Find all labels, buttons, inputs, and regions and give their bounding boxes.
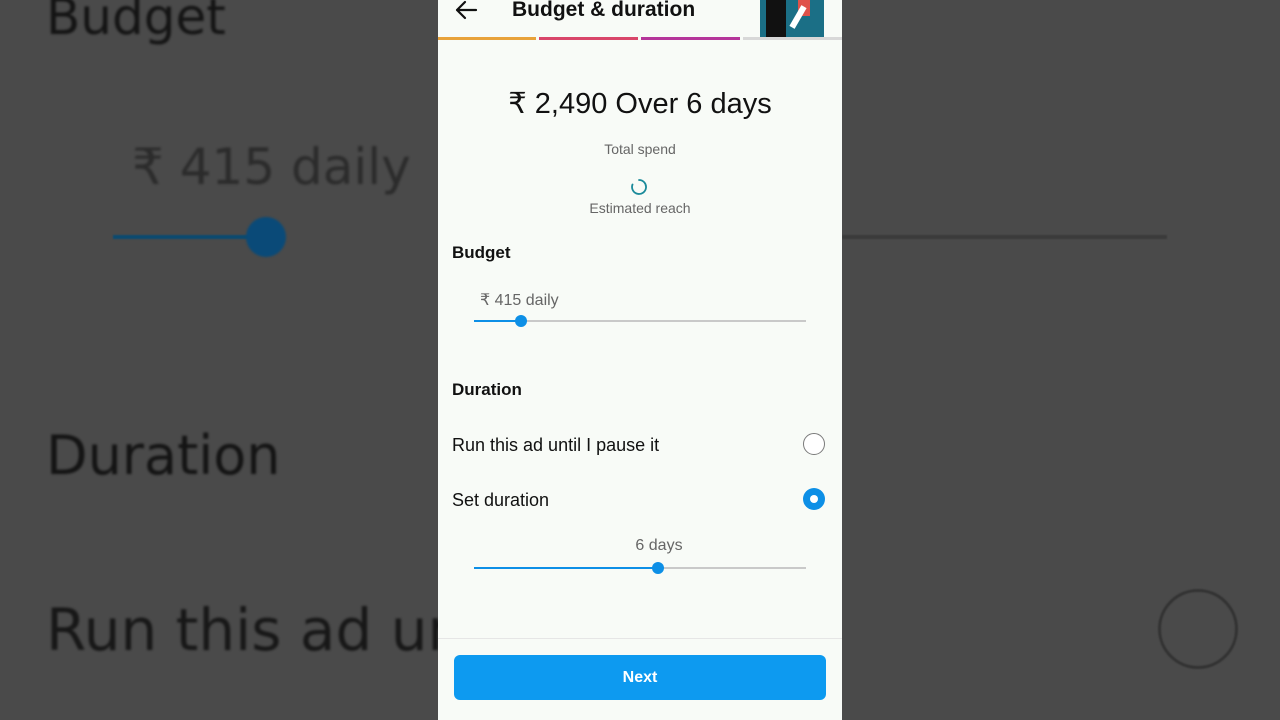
budget-slider[interactable]: [474, 313, 806, 329]
step-progress-bar: [438, 37, 842, 40]
option-label: Set duration: [452, 490, 550, 510]
slider-fill: [474, 320, 522, 322]
total-spend-label: Total spend: [604, 141, 676, 157]
budget-value: ₹ 415 daily: [480, 292, 559, 309]
background-slider-knob: [246, 217, 286, 257]
estimated-reach-label: Estimated reach: [589, 200, 691, 216]
background-radio-circle: [1158, 589, 1238, 669]
duration-section-title: Duration: [452, 380, 522, 399]
background-slider-fill: [113, 235, 265, 239]
page-title: Budget & duration: [512, 0, 696, 21]
progress-segment: [743, 37, 842, 40]
option-run-until-paused[interactable]: Run this ad until I pause it: [438, 426, 842, 466]
background-daily-text: ₹ 415 daily: [132, 138, 411, 196]
option-label: Run this ad until I pause it: [452, 435, 660, 455]
duration-slider[interactable]: [474, 560, 806, 576]
footer-divider: [438, 638, 842, 639]
duration-value: 6 days: [635, 537, 683, 554]
loading-spinner-icon: [631, 179, 647, 195]
background-slider-track: [842, 235, 1167, 239]
progress-segment: [539, 37, 638, 40]
header: Budget & duration: [438, 0, 842, 40]
background-run-text: Run this ad unt: [46, 596, 487, 664]
background-budget-text: Budget: [46, 0, 226, 46]
phone-screen: Budget & duration ₹ 2,490 Over 6 days To…: [438, 0, 842, 720]
total-spend-amount: ₹ 2,490 Over 6 days: [508, 88, 772, 120]
radio-button-set-duration[interactable]: [803, 488, 825, 510]
budget-section-title: Budget: [452, 243, 511, 262]
background-duration-text: Duration: [46, 424, 281, 487]
radio-button-run-until-paused[interactable]: [803, 433, 825, 455]
progress-segment: [641, 37, 740, 40]
slider-fill: [474, 567, 658, 569]
progress-segment: [438, 37, 536, 40]
next-button[interactable]: Next: [454, 655, 826, 700]
slider-knob[interactable]: [651, 562, 664, 574]
slider-knob[interactable]: [515, 315, 528, 327]
ad-thumbnail: [760, 0, 824, 40]
option-set-duration[interactable]: Set duration: [438, 481, 842, 521]
arrow-left-icon[interactable]: [452, 0, 480, 24]
